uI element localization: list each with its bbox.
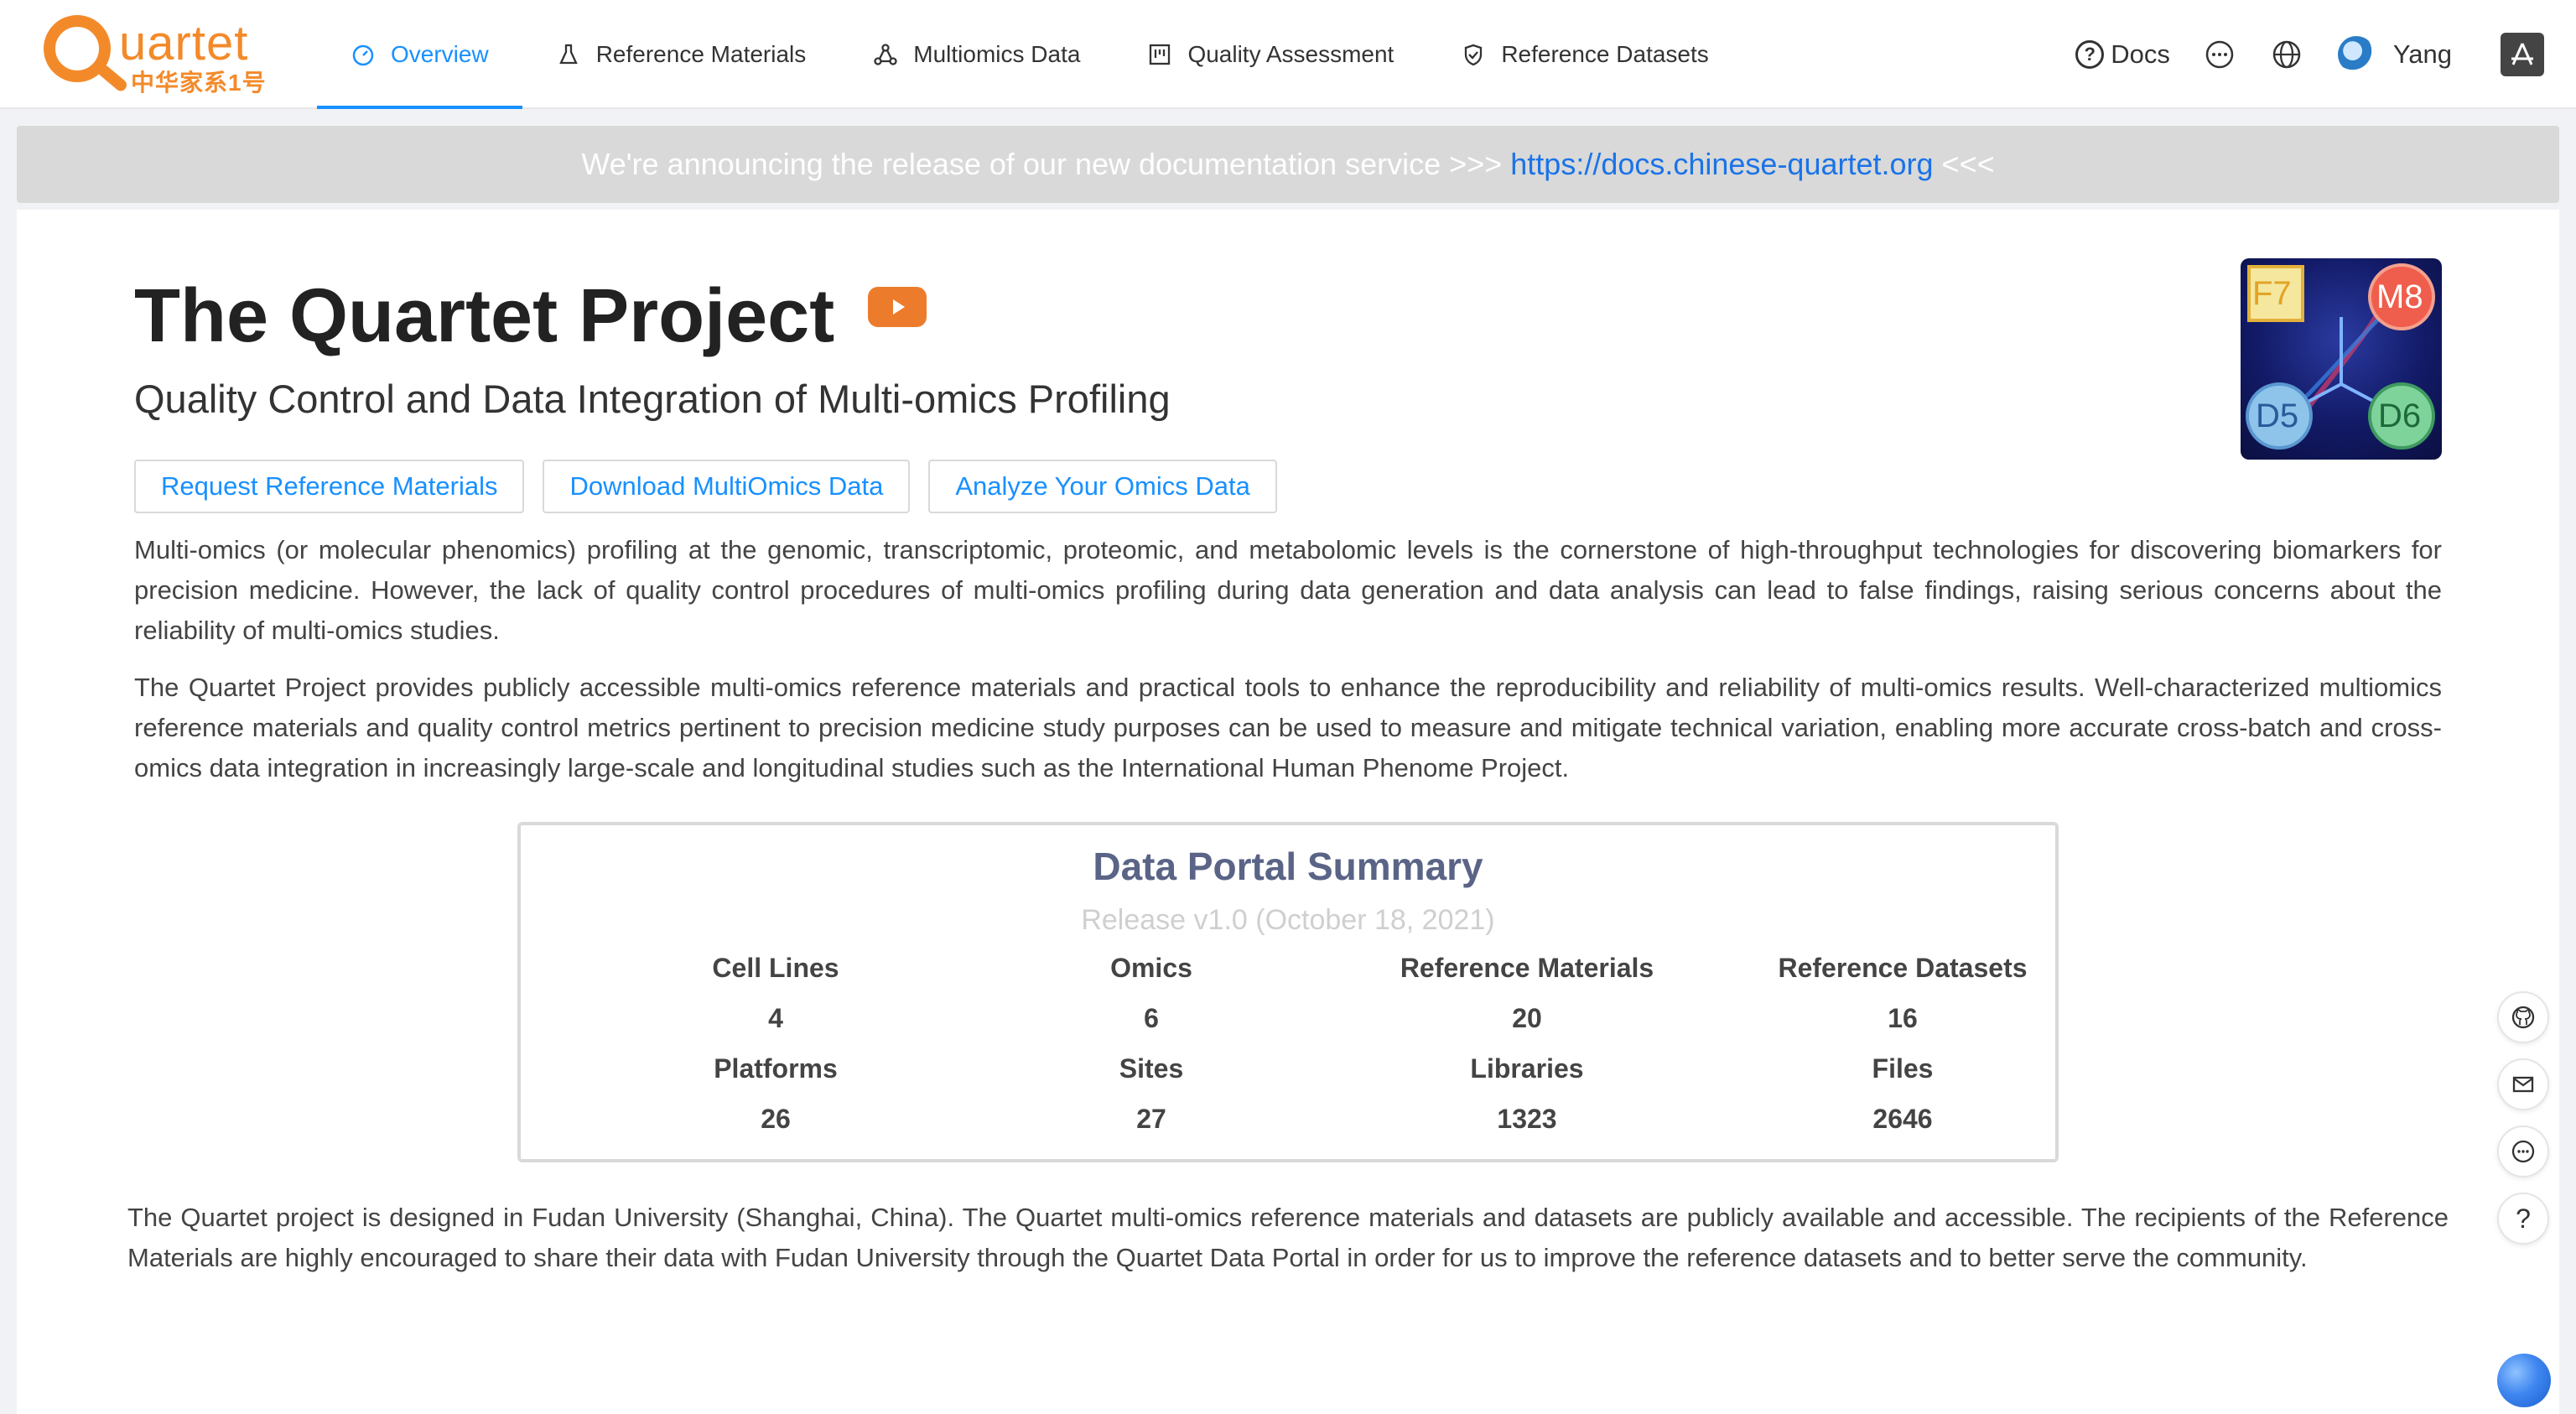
stat-value: 2646 <box>1872 1104 1933 1134</box>
hero-image-label-d6: D6 <box>2378 398 2422 434</box>
stat-label: Files <box>1872 1053 1934 1084</box>
download-multiomics-data-button[interactable]: Download MultiOmics Data <box>543 460 911 513</box>
intro-paragraph-1: Multi-omics (or molecular phenomics) pro… <box>134 535 2442 645</box>
floating-toolbar: ? <box>2497 991 2549 1260</box>
share-nodes-icon <box>873 42 898 67</box>
main-nav: Overview Reference Materials Multiomics … <box>317 0 1742 109</box>
stat-value: 20 <box>1512 1003 1542 1033</box>
dashboard-icon <box>351 42 376 67</box>
nav-item-overview[interactable]: Overview <box>317 0 522 109</box>
avatar <box>2337 36 2375 73</box>
hero-image-label-m8: M8 <box>2376 278 2423 315</box>
nav-label: Multiomics Data <box>913 41 1081 67</box>
stat-value: 4 <box>768 1003 783 1033</box>
stat-label: Sites <box>1119 1053 1184 1084</box>
stat-label: Reference Datasets <box>1778 953 2028 983</box>
header-tools: ? Docs Yang <box>2075 0 2576 109</box>
nav-label: Reference Datasets <box>1501 41 1709 67</box>
nav-label: Quality Assessment <box>1187 41 1394 67</box>
closing-paragraph: The Quartet project is designed in Fudan… <box>127 1203 2449 1272</box>
stat-libraries: Libraries 1323 <box>1376 1053 1678 1135</box>
stat-files: Files 2646 <box>1752 1053 2054 1135</box>
logo-wordmark: uartet <box>119 16 249 70</box>
docs-link[interactable]: ? Docs <box>2075 39 2170 70</box>
top-navigation-bar: uartet 中华家系1号 Overview Reference Materia… <box>0 0 2576 109</box>
project-board-icon <box>1147 42 1172 67</box>
nav-item-reference-datasets[interactable]: Reference Datasets <box>1427 0 1742 109</box>
assistant-globe-icon[interactable] <box>2497 1354 2551 1407</box>
nav-label: Overview <box>391 41 489 67</box>
stat-label: Libraries <box>1470 1053 1584 1084</box>
nav-item-multiomics-data[interactable]: Multiomics Data <box>839 0 1114 109</box>
stat-label: Cell Lines <box>712 953 839 983</box>
stat-value: 26 <box>761 1104 791 1134</box>
hero-image-label-f7: F7 <box>2252 275 2292 312</box>
stat-reference-datasets: Reference Datasets 16 <box>1752 953 2054 1034</box>
flask-icon <box>556 42 581 67</box>
announcement-prefix: We're announcing the release of our new … <box>581 147 1503 181</box>
docs-label: Docs <box>2111 39 2170 69</box>
stat-label: Reference Materials <box>1400 953 1654 983</box>
app-store-icon[interactable] <box>2501 33 2544 76</box>
page-title: The Quartet Project <box>134 274 835 358</box>
help-circle-icon: ? <box>2075 40 2105 69</box>
user-menu[interactable]: Yang <box>2337 36 2452 73</box>
stat-value: 27 <box>1136 1104 1166 1134</box>
title-row: The Quartet Project <box>134 270 927 362</box>
stat-omics: Omics 6 <box>1000 953 1302 1034</box>
intro-paragraph-2: The Quartet Project provides publicly ac… <box>134 673 2442 782</box>
hero-image-label-d5: D5 <box>2256 398 2299 434</box>
stat-value: 1323 <box>1497 1104 1557 1134</box>
chat-icon[interactable] <box>2204 39 2236 70</box>
user-name: Yang <box>2392 39 2452 69</box>
stat-platforms: Platforms 26 <box>625 1053 927 1135</box>
stat-cell-lines: Cell Lines 4 <box>625 953 927 1034</box>
stat-label: Omics <box>1110 953 1192 983</box>
stat-reference-materials: Reference Materials 20 <box>1376 953 1678 1034</box>
shield-check-icon <box>1461 42 1486 67</box>
chat-icon[interactable] <box>2497 1125 2549 1177</box>
nav-label: Reference Materials <box>595 41 807 67</box>
announcement-banner: We're announcing the release of our new … <box>17 126 2559 203</box>
announcement-suffix: <<< <box>1941 147 1995 181</box>
mail-icon[interactable] <box>2497 1058 2549 1110</box>
github-icon[interactable] <box>2497 991 2549 1043</box>
youtube-play-icon[interactable] <box>868 287 927 327</box>
quartet-logo[interactable]: uartet 中华家系1号 <box>37 12 272 99</box>
page-subtitle: Quality Control and Data Integration of … <box>134 377 1171 421</box>
main-content: The Quartet Project Quality Control and … <box>17 210 2559 1414</box>
question-icon[interactable]: ? <box>2497 1193 2549 1245</box>
stat-sites: Sites 27 <box>1000 1053 1302 1135</box>
request-reference-materials-button[interactable]: Request Reference Materials <box>134 460 525 513</box>
analyze-omics-data-button[interactable]: Analyze Your Omics Data <box>928 460 1277 513</box>
stat-value: 16 <box>1888 1003 1918 1033</box>
summary-release: Release v1.0 (October 18, 2021) <box>1081 904 1495 936</box>
stat-value: 6 <box>1144 1003 1159 1033</box>
nav-item-quality-assessment[interactable]: Quality Assessment <box>1114 0 1427 109</box>
nav-item-reference-materials[interactable]: Reference Materials <box>522 0 840 109</box>
data-portal-summary: Data Portal Summary Release v1.0 (Octobe… <box>517 822 2059 1162</box>
globe-icon[interactable] <box>2271 39 2303 70</box>
summary-title: Data Portal Summary <box>1093 845 1483 888</box>
logo-chinese-text: 中华家系1号 <box>131 70 267 96</box>
action-buttons: Request Reference Materials Download Mul… <box>134 460 1296 513</box>
docs-url-link[interactable]: https://docs.chinese-quartet.org <box>1510 147 1933 182</box>
stat-label: Platforms <box>714 1053 838 1084</box>
quartet-family-image: F7 M8 D5 D6 <box>2241 258 2442 460</box>
